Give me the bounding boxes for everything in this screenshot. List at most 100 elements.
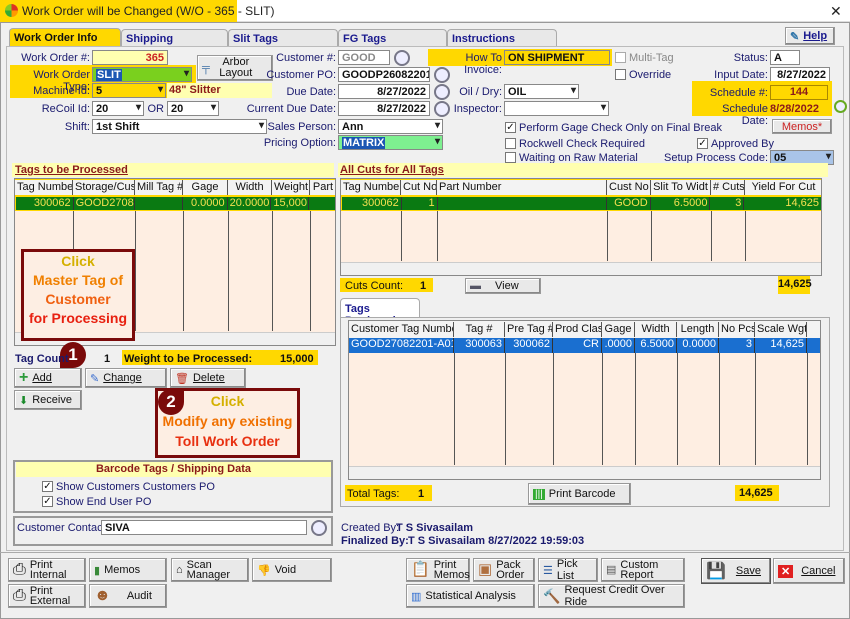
sales-person-select[interactable]: Ann bbox=[338, 119, 443, 134]
col-no-pcs[interactable]: No Pcs bbox=[719, 322, 755, 337]
approved-by-checkbox[interactable]: ✓ bbox=[697, 138, 708, 149]
tab-slit-tags[interactable]: Slit Tags bbox=[228, 29, 338, 47]
callout-master-tag: Click Master Tag of Customer for Process… bbox=[21, 249, 135, 341]
show-end-user-po-checkbox[interactable]: ✓ bbox=[42, 496, 53, 507]
col-part-number[interactable]: Part Number bbox=[437, 180, 607, 195]
col-storage[interactable]: Storage/Cus bbox=[73, 180, 135, 195]
current-due-date-field[interactable]: 8/27/2022 bbox=[338, 101, 430, 116]
table-row[interactable]: 300062 GOOD27082 0.0000 20.0000 15,000 bbox=[15, 196, 335, 211]
void-button[interactable]: 👎 Void bbox=[252, 558, 332, 582]
customer-no-field[interactable]: GOOD bbox=[338, 50, 390, 65]
col-pre-tag[interactable]: Pre Tag # bbox=[505, 322, 553, 337]
save-button[interactable]: 💾 Save bbox=[701, 558, 771, 584]
col-customer-tag-number[interactable]: Customer Tag Numbe bbox=[349, 322, 454, 337]
print-memos-button[interactable]: 📋 Print Memos bbox=[406, 558, 470, 582]
memos-button[interactable]: Memos* bbox=[772, 119, 832, 134]
book-icon: ▮ bbox=[94, 564, 101, 577]
col-yield[interactable]: Yield For Cut bbox=[745, 180, 821, 195]
col-tag-number[interactable]: Tag Number bbox=[15, 180, 73, 195]
input-date-label: Input Date: bbox=[714, 69, 768, 81]
pick-list-button[interactable]: ☰ Pick List bbox=[538, 558, 598, 582]
recoil-id-select[interactable]: 20 bbox=[92, 101, 144, 116]
col-mill-tag[interactable]: Mill Tag # bbox=[135, 180, 183, 195]
col-length[interactable]: Length bbox=[677, 322, 719, 337]
scan-manager-button[interactable]: ⌂ Scan Manager bbox=[171, 558, 249, 582]
col-part[interactable]: Part bbox=[310, 180, 335, 195]
multi-tag-checkbox[interactable] bbox=[615, 52, 626, 63]
override-checkbox[interactable] bbox=[615, 69, 626, 80]
col-cuts[interactable]: # Cuts bbox=[711, 180, 745, 195]
tab-fg-tags[interactable]: FG Tags bbox=[338, 29, 447, 47]
due-date-picker-icon[interactable] bbox=[434, 84, 450, 100]
print-internal-button[interactable]: ⎙ Print Internal bbox=[8, 558, 86, 582]
input-date-field[interactable]: 8/27/2022 bbox=[770, 67, 830, 82]
col-cut-tag-number[interactable]: Tag Number bbox=[341, 180, 401, 195]
close-icon[interactable]: ✕ bbox=[830, 3, 842, 20]
gage-check-checkbox[interactable]: ✓ bbox=[505, 122, 516, 133]
statistical-analysis-button[interactable]: ▥ Statistical Analysis bbox=[406, 584, 535, 608]
customer-contact-label: Customer Contact: bbox=[17, 522, 109, 534]
col-prod-class[interactable]: Prod Class bbox=[553, 322, 602, 337]
help-button[interactable]: ✎ Help bbox=[785, 27, 835, 45]
tab-tags-produced[interactable]: Tags Produced bbox=[340, 298, 420, 327]
tab-shipping-schedule[interactable]: Shipping Schedule bbox=[121, 29, 228, 57]
custom-report-button[interactable]: ▤ Custom Report bbox=[601, 558, 685, 582]
barcode-title: Barcode Tags / Shipping Data bbox=[16, 462, 331, 477]
view-button[interactable]: ▬ View bbox=[465, 278, 541, 294]
cuts-hscrollbar[interactable] bbox=[341, 262, 821, 275]
show-cust-po-label: Show Customers Customers PO bbox=[56, 481, 215, 493]
print-barcode-button[interactable]: ||| Print Barcode bbox=[528, 483, 631, 505]
pricing-option-select[interactable]: MATRIX bbox=[338, 135, 443, 150]
machine-id-select[interactable]: 5 bbox=[92, 83, 166, 98]
status-spinner[interactable]: A bbox=[770, 50, 800, 65]
print-external-button[interactable]: ⎙ Print External bbox=[8, 584, 86, 608]
all-cuts-title: All Cuts for All Tags bbox=[340, 164, 444, 176]
customer-po-field[interactable]: GOODP26082201 bbox=[338, 67, 430, 82]
all-cuts-grid: Tag Number Cut No Part Number Cust No Sl… bbox=[340, 178, 822, 276]
col-tag-no[interactable]: Tag # bbox=[454, 322, 505, 337]
table-row[interactable]: GOOD27082201-A01 300063 300062 CR .0000 … bbox=[349, 338, 820, 353]
tab-work-order-info[interactable]: Work Order Info bbox=[9, 28, 121, 47]
col-gage2[interactable]: Gage bbox=[602, 322, 635, 337]
col-scale-wgt[interactable]: Scale Wgt bbox=[755, 322, 807, 337]
inspector-select[interactable] bbox=[504, 101, 609, 116]
rockwell-checkbox[interactable] bbox=[505, 138, 516, 149]
due-date-field[interactable]: 8/27/2022 bbox=[338, 84, 430, 99]
or-label: OR bbox=[147, 103, 165, 115]
schedule-search-icon[interactable] bbox=[834, 100, 847, 113]
table-row[interactable]: 300062 1 GOOD 6.5000 3 14,625 bbox=[341, 196, 821, 211]
customer-contact-field[interactable]: SIVA bbox=[101, 520, 307, 535]
audit-button[interactable]: ☻ Audit bbox=[89, 584, 167, 608]
tab-instructions[interactable]: Instructions bbox=[447, 29, 557, 47]
waiting-raw-material-checkbox[interactable] bbox=[505, 152, 516, 163]
floppy-disk-icon: 💾 bbox=[706, 563, 726, 580]
cancel-button[interactable]: ✕ Cancel bbox=[773, 558, 845, 584]
tags-produced-total-weight: 14,625 bbox=[735, 485, 779, 501]
col-slit-width[interactable]: Slit To Widt bbox=[651, 180, 711, 195]
show-cust-po-checkbox[interactable]: ✓ bbox=[42, 481, 53, 492]
how-to-invoice-spinner[interactable]: ON SHIPMENT bbox=[504, 50, 610, 65]
pack-order-button[interactable]: ▣ Pack Order bbox=[473, 558, 535, 582]
recoil-or-select[interactable]: 20 bbox=[167, 101, 219, 116]
customer-po-label: Customer PO: bbox=[266, 69, 336, 81]
shift-select[interactable]: 1st Shift bbox=[92, 119, 267, 134]
customer-search-icon[interactable] bbox=[394, 50, 410, 66]
produced-hscrollbar[interactable] bbox=[349, 466, 820, 479]
change-button[interactable]: ✎ Change bbox=[85, 368, 167, 388]
col-cut-no[interactable]: Cut No bbox=[401, 180, 437, 195]
col-gage[interactable]: Gage bbox=[183, 180, 228, 195]
col-width[interactable]: Width bbox=[228, 180, 272, 195]
col-width2[interactable]: Width bbox=[635, 322, 677, 337]
request-credit-button[interactable]: 🔨 Request Credit Over Ride bbox=[538, 584, 685, 608]
col-cust-no[interactable]: Cust No bbox=[607, 180, 651, 195]
add-button[interactable]: + Add bbox=[14, 368, 82, 388]
current-due-date-label: Current Due Date: bbox=[246, 103, 336, 115]
work-order-type-select[interactable]: SLIT bbox=[92, 67, 192, 82]
memos-bottom-button[interactable]: ▮ Memos bbox=[89, 558, 167, 582]
delete-button[interactable]: 🗑 Delete bbox=[170, 368, 246, 388]
col-weight[interactable]: Weight bbox=[272, 180, 310, 195]
oil-dry-select[interactable]: OIL bbox=[504, 84, 579, 99]
receive-button[interactable]: ⬇ Receive bbox=[14, 390, 82, 410]
cuts-total-yield: 14,625 bbox=[778, 276, 812, 294]
contact-search-icon[interactable] bbox=[311, 520, 327, 536]
